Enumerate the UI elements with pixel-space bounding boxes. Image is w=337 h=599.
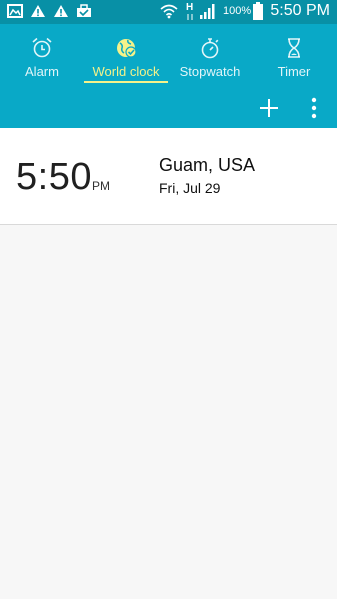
tab-alarm-label: Alarm — [25, 64, 59, 79]
signal-icon — [200, 4, 215, 19]
network-type-label: H — [186, 2, 194, 13]
tab-world-clock[interactable]: World clock — [84, 32, 168, 106]
warning-icon — [31, 5, 45, 17]
more-options-icon[interactable] — [298, 92, 330, 124]
battery-percent: 100% — [223, 5, 252, 17]
globe-icon — [117, 39, 137, 58]
clock-date: Fri, Jul 29 — [159, 180, 221, 196]
world-clock-item[interactable]: 5:50 PM Guam, USA Fri, Jul 29 — [0, 128, 337, 225]
hourglass-icon — [288, 38, 300, 58]
clock-ampm: PM — [92, 179, 110, 193]
battery-icon — [253, 2, 263, 20]
network-h-icon — [187, 14, 193, 20]
stopwatch-icon — [201, 38, 219, 59]
tab-alarm[interactable]: Alarm — [0, 32, 84, 106]
alarm-icon — [32, 37, 52, 58]
active-tab-indicator — [84, 81, 168, 83]
tab-timer-label: Timer — [277, 64, 311, 79]
tab-stopwatch[interactable]: Stopwatch — [168, 32, 252, 106]
clock-city: Guam, USA — [159, 155, 256, 175]
add-icon[interactable] — [253, 92, 285, 124]
warning-icon — [54, 5, 68, 17]
app-header: Alarm World clock Stopwatch Timer — [0, 24, 337, 128]
tab-world-clock-label: World clock — [92, 64, 160, 79]
gallery-icon — [7, 4, 23, 18]
briefcase-icon — [77, 4, 91, 17]
status-time: 5:50 PM — [270, 2, 330, 19]
tab-stopwatch-label: Stopwatch — [179, 64, 241, 79]
status-bar: H 100% 5:50 PM — [0, 0, 337, 24]
clock-time: 5:50 — [16, 156, 92, 198]
wifi-icon — [160, 4, 178, 19]
